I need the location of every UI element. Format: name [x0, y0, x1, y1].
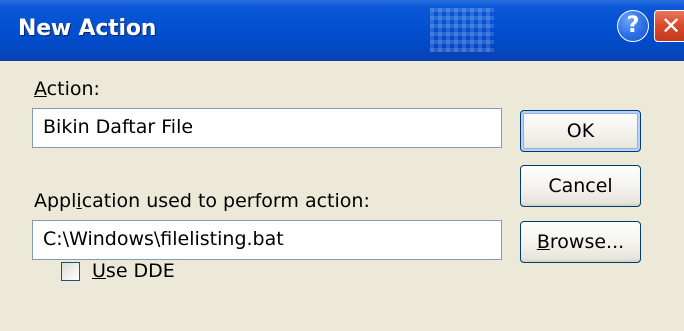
new-action-dialog: New Action ? ✕ Action: Bikin Daftar File…	[0, 0, 684, 331]
title-bar[interactable]: New Action ? ✕	[0, 0, 684, 61]
cancel-button[interactable]: Cancel	[520, 165, 641, 207]
ok-button[interactable]: OK	[520, 110, 641, 152]
title-bar-pattern	[430, 8, 494, 52]
help-icon[interactable]: ?	[617, 10, 649, 42]
application-input[interactable]: C:\Windows\filelisting.bat	[32, 220, 502, 260]
action-input[interactable]: Bikin Daftar File	[32, 108, 502, 148]
use-dde-label[interactable]: Use DDE	[92, 260, 175, 282]
use-dde-checkbox[interactable]	[61, 262, 80, 281]
close-icon[interactable]: ✕	[654, 10, 684, 42]
application-label: Application used to perform action:	[34, 190, 370, 212]
browse-button[interactable]: Browse...	[520, 221, 641, 263]
action-label: Action:	[34, 78, 100, 100]
window-title: New Action	[18, 16, 157, 41]
